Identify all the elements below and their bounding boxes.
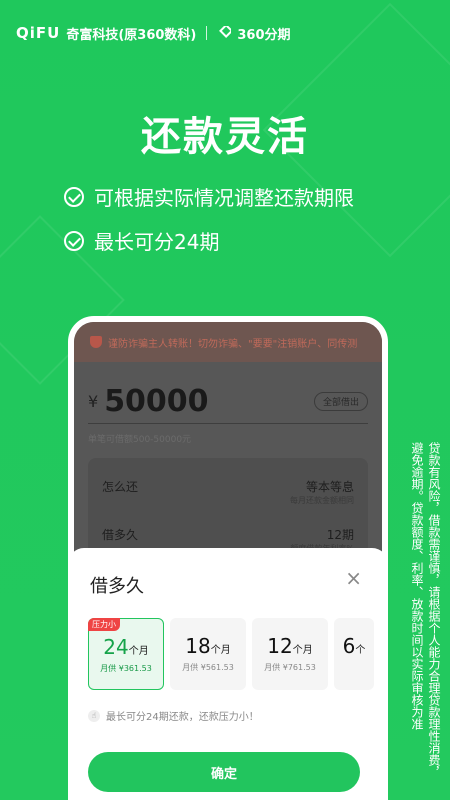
row-value: 等本等息 <box>305 480 354 494</box>
hand-icon: ☝ <box>88 709 100 722</box>
headline: 还款灵活 <box>141 114 309 160</box>
term-options: 压力小 24个月 月供 ¥361.53 18个月 月供 ¥561.53 12个月… <box>88 618 374 690</box>
amount-row: ¥ 50000 全部借出 <box>88 380 368 424</box>
row-value: 12期 <box>326 528 354 542</box>
confirm-button[interactable]: 确定 <box>88 752 360 792</box>
term-number: 12 <box>267 634 293 658</box>
company-name: 奇富科技(原360数科) <box>66 27 197 43</box>
term-unit: 个 <box>355 645 366 656</box>
feature-item: 可根据实际情况调整还款期限 <box>64 182 354 211</box>
fraud-notice: 谨防诈骗主人转账！切勿诈骗、"要要"注销账户、同传测 <box>74 322 382 362</box>
term-number: 24 <box>103 635 129 659</box>
term-unit: 个月 <box>292 645 313 656</box>
borrow-all-button[interactable]: 全部借出 <box>313 392 368 411</box>
term-unit: 个月 <box>210 645 231 656</box>
term-hint: ☝ 最长可分24期还款，还款压力小！ <box>88 708 259 723</box>
repay-method-row[interactable]: 怎么还 等本等息 每月还款金额相同 <box>102 478 354 506</box>
risk-disclaimer: 贷款有风险，借款需谨慎，请根据个人能力合理贷款理性消费，避免逾期。贷款额度、利率… <box>410 442 441 778</box>
divider <box>206 26 208 40</box>
term-option-18[interactable]: 18个月 月供 ¥561.53 <box>170 618 246 690</box>
feature-text: 可根据实际情况调整还款期限 <box>94 186 354 210</box>
feature-text: 最长可分24期 <box>94 230 220 254</box>
term-option-12[interactable]: 12个月 月供 ¥761.53 <box>252 618 328 690</box>
shield-icon <box>90 336 102 348</box>
360-fenqi-logo-icon <box>219 26 232 38</box>
term-bottom-sheet: 借多久 × 压力小 24个月 月供 ¥361.53 18个月 月供 ¥561.5… <box>68 548 388 800</box>
sheet-title: 借多久 <box>90 576 144 597</box>
check-circle-icon <box>64 230 84 251</box>
term-number: 18 <box>185 634 211 658</box>
monthly-payment: 月供 ¥761.53 <box>264 663 316 672</box>
close-icon[interactable]: × <box>345 566 362 590</box>
amount-range: 单笔可借额500-50000元 <box>88 435 192 445</box>
row-label: 怎么还 <box>102 480 139 494</box>
hint-text: 最长可分24期还款，还款压力小！ <box>106 712 259 723</box>
qifu-logo: QiFU <box>16 24 61 42</box>
term-option-24[interactable]: 压力小 24个月 月供 ¥361.53 <box>88 618 164 690</box>
check-circle-icon <box>64 186 84 207</box>
currency-symbol: ¥ <box>88 392 99 411</box>
monthly-payment: 月供 ¥561.53 <box>182 663 234 672</box>
term-option-6[interactable]: 6个 <box>334 618 374 690</box>
brand-header: QiFU 奇富科技(原360数科) 360分期 <box>16 20 291 46</box>
monthly-payment: 月供 ¥361.53 <box>100 664 152 673</box>
row-subtext: 每月还款金额相同 <box>290 496 354 505</box>
feature-item: 最长可分24期 <box>64 226 219 255</box>
product-name: 360分期 <box>237 27 291 43</box>
amount-input[interactable]: 50000 <box>104 384 314 419</box>
notice-text: 谨防诈骗主人转账！切勿诈骗、"要要"注销账户、同传测 <box>108 338 358 350</box>
low-pressure-badge: 压力小 <box>88 618 120 631</box>
term-unit: 个月 <box>128 646 149 657</box>
term-number: 6 <box>342 634 356 658</box>
